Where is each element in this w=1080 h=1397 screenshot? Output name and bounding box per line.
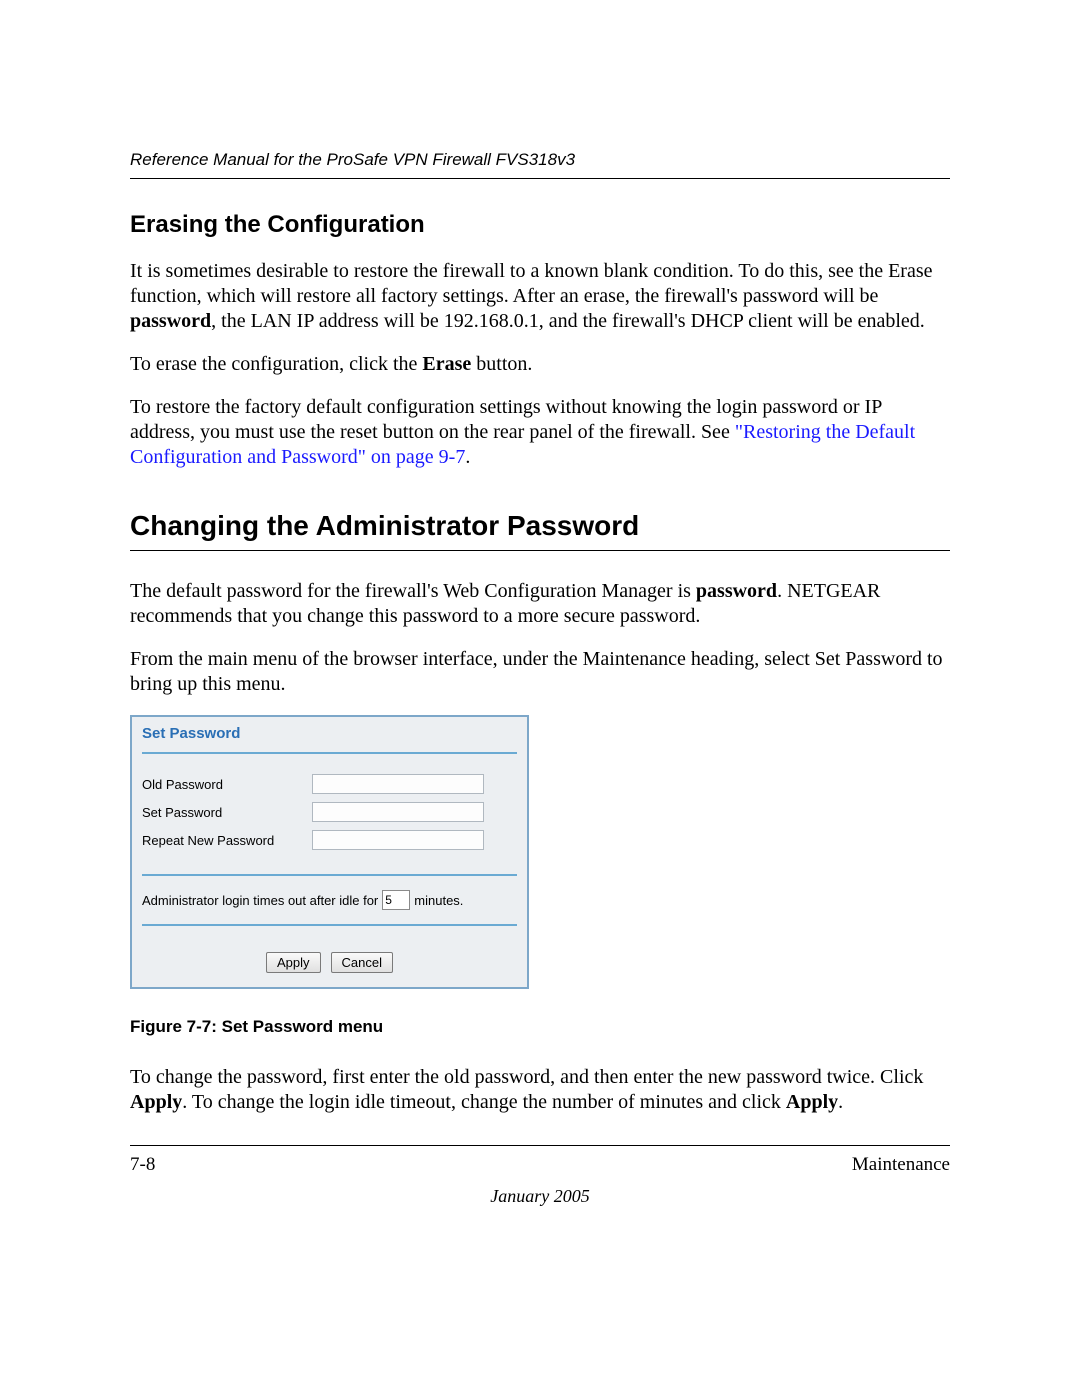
row-old-password: Old Password (132, 770, 527, 798)
label-minutes: minutes. (414, 893, 463, 908)
divider (142, 752, 517, 754)
input-set-password[interactable] (312, 802, 484, 822)
divider (142, 874, 517, 876)
row-set-password: Set Password (132, 798, 527, 826)
paragraph: To erase the configuration, click the Er… (130, 352, 950, 377)
panel-title: Set Password (132, 717, 527, 746)
text: It is sometimes desirable to restore the… (130, 260, 932, 307)
label-repeat-password: Repeat New Password (142, 833, 312, 848)
paragraph: To restore the factory default configura… (130, 395, 950, 470)
label-set-password: Set Password (142, 805, 312, 820)
apply-button[interactable]: Apply (266, 952, 321, 973)
bold-text: Erase (422, 353, 471, 375)
footer-date: January 2005 (130, 1186, 950, 1207)
label-old-password: Old Password (142, 777, 312, 792)
text: , the LAN IP address will be 192.168.0.1… (211, 310, 925, 332)
page-footer: 7-8 Maintenance (130, 1145, 950, 1176)
paragraph: It is sometimes desirable to restore the… (130, 259, 950, 334)
figure-set-password: Set Password Old Password Set Password R… (130, 715, 950, 1037)
heading-erasing-configuration: Erasing the Configuration (130, 211, 950, 239)
text: . (465, 446, 470, 468)
bold-text: Apply (786, 1091, 838, 1113)
page-number: 7-8 (130, 1154, 155, 1176)
text: To change the password, first enter the … (130, 1066, 923, 1088)
bold-text: password (130, 310, 211, 332)
row-repeat-password: Repeat New Password (132, 826, 527, 854)
figure-caption: Figure 7-7: Set Password menu (130, 1017, 950, 1037)
heading-changing-admin-password: Changing the Administrator Password (130, 510, 950, 551)
paragraph: From the main menu of the browser interf… (130, 647, 950, 697)
bold-text: Apply (130, 1091, 182, 1113)
footer-section: Maintenance (852, 1154, 950, 1176)
bold-text: password (696, 580, 777, 602)
running-header: Reference Manual for the ProSafe VPN Fir… (130, 150, 950, 179)
paragraph: To change the password, first enter the … (130, 1065, 950, 1115)
button-row: Apply Cancel (132, 936, 527, 987)
text: button. (471, 353, 532, 375)
set-password-panel: Set Password Old Password Set Password R… (130, 715, 529, 989)
cancel-button[interactable]: Cancel (331, 952, 393, 973)
input-repeat-password[interactable] (312, 830, 484, 850)
text: . (838, 1091, 843, 1113)
text: . To change the login idle timeout, chan… (182, 1091, 786, 1113)
text: To erase the configuration, click the (130, 353, 422, 375)
input-old-password[interactable] (312, 774, 484, 794)
label-idle-timeout: Administrator login times out after idle… (142, 893, 378, 908)
paragraph: The default password for the firewall's … (130, 579, 950, 629)
input-idle-minutes[interactable]: 5 (382, 890, 410, 910)
row-idle-timeout: Administrator login times out after idle… (132, 886, 527, 914)
divider (142, 924, 517, 926)
text: The default password for the firewall's … (130, 580, 696, 602)
